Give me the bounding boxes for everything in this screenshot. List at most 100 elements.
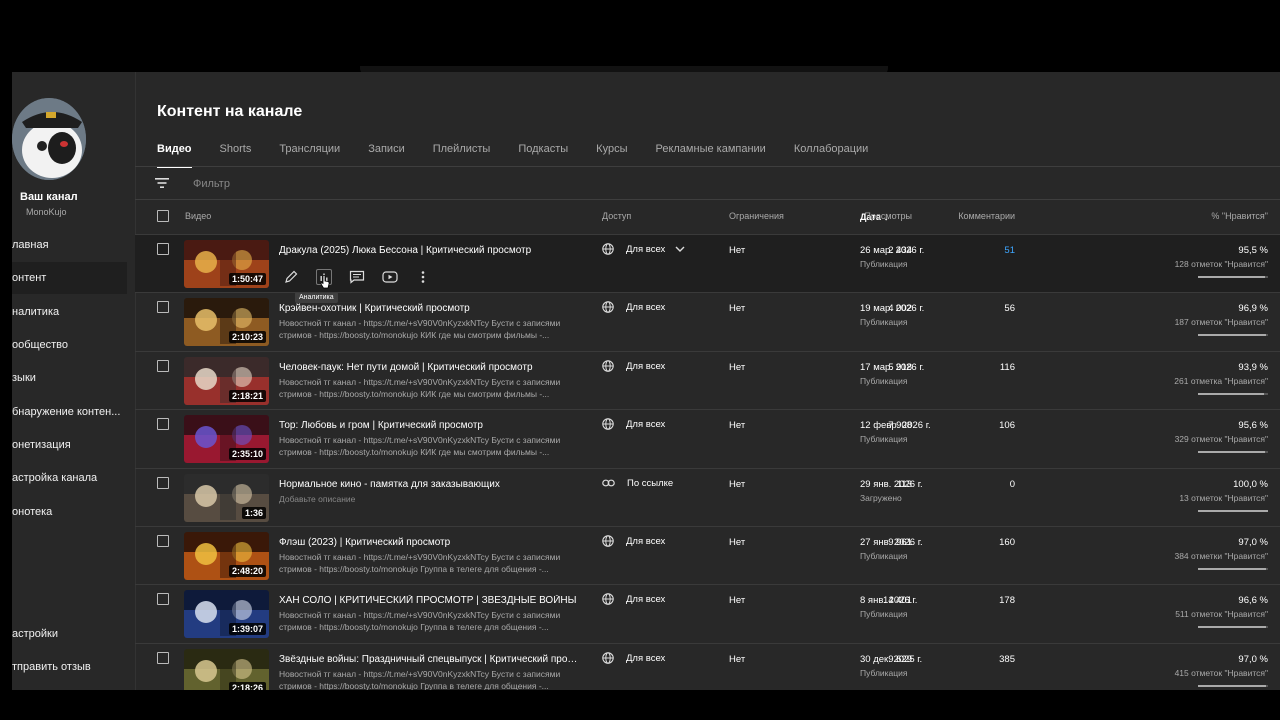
row-checkbox[interactable] (157, 360, 169, 372)
channel-handle: MonoKujo (26, 207, 67, 217)
tab-playlists[interactable]: Плейлисты (433, 143, 491, 168)
tab-live[interactable]: Трансляции (279, 143, 340, 168)
comments-value: 56 (1004, 303, 1015, 314)
video-title[interactable]: Дракула (2025) Люка Бессона | Критически… (279, 245, 579, 256)
visibility-select[interactable]: По ссылке (602, 477, 673, 489)
likes-bar (1198, 510, 1268, 512)
filter-input[interactable]: Фильтр (193, 178, 230, 190)
video-duration: 2:10:23 (228, 331, 266, 343)
video-title[interactable]: Тор: Любовь и гром | Критический просмот… (279, 420, 579, 431)
sidebar-item-audio-library[interactable]: онотека (12, 496, 127, 528)
sidebar-item-home[interactable]: лавная (12, 229, 127, 261)
column-comments[interactable]: Комментарии (958, 211, 1015, 221)
likes-bar-fill (1198, 393, 1264, 395)
table-row[interactable]: 1:36 Нормальное кино - памятка для заказы… (135, 468, 1280, 527)
video-title[interactable]: Нормальное кино - памятка для заказывающ… (279, 479, 579, 490)
main-content: Контент на канале Видео Shorts Трансляци… (135, 72, 1280, 690)
date-status: Загружено (860, 493, 902, 503)
sidebar-item-label: налитика (12, 306, 60, 318)
table-row[interactable]: 2:18:21 Человек-паук: Нет пути домой | Кр… (135, 351, 1280, 410)
globe-icon (602, 652, 620, 664)
column-likes[interactable]: % "Нравится" (1211, 211, 1268, 221)
views-value: 7 908 (888, 420, 912, 431)
video-thumbnail[interactable]: 1:39:07 (184, 590, 269, 638)
video-title[interactable]: ХАН СОЛО | КРИТИЧЕСКИЙ ПРОСМОТР | ЗВЕЗДН… (279, 595, 579, 606)
video-title[interactable]: Флэш (2023) | Критический просмотр (279, 537, 579, 548)
visibility-select[interactable]: Для всех (602, 418, 665, 430)
sidebar-item-settings[interactable]: астройки (12, 618, 127, 650)
comments-value[interactable]: 51 (1004, 245, 1015, 256)
likes-count: 187 отметок "Нравится" (1174, 317, 1268, 327)
sidebar-item-monetization[interactable]: онетизация (12, 429, 127, 461)
tab-videos[interactable]: Видео (157, 143, 192, 168)
visibility-select[interactable]: Для всех (602, 593, 665, 605)
tab-shorts[interactable]: Shorts (220, 143, 252, 168)
table-row[interactable]: 2:48:20 Флэш (2023) | Критический просмот… (135, 526, 1280, 585)
tab-courses[interactable]: Курсы (596, 143, 627, 168)
sidebar-item-analytics[interactable]: налитика (12, 296, 127, 328)
video-description: Новостной тг канал - https://t.me/+sV90V… (279, 377, 561, 399)
row-checkbox[interactable] (157, 243, 169, 255)
video-thumbnail[interactable]: 1:36 (184, 474, 269, 522)
visibility-select[interactable]: Для всех (602, 360, 665, 372)
visibility-label: Для всех (626, 301, 666, 313)
visibility-select[interactable]: Для всех (602, 652, 665, 664)
sidebar-item-languages[interactable]: зыки (12, 362, 127, 394)
date-status: Публикация (860, 259, 908, 269)
likes-count: 511 отметок "Нравится" (1175, 609, 1268, 619)
video-thumbnail[interactable]: 1:50:47 (184, 240, 269, 288)
likes-bar (1198, 685, 1268, 687)
likes-count: 261 отметка "Нравится" (1174, 376, 1268, 386)
column-restrictions[interactable]: Ограничения (729, 211, 784, 221)
video-thumbnail[interactable]: 2:35:10 (184, 415, 269, 463)
row-checkbox[interactable] (157, 418, 169, 430)
sidebar-item-content[interactable]: онтент (12, 262, 127, 294)
likes-bar-fill (1198, 451, 1265, 453)
video-thumbnail[interactable]: 2:10:23 (184, 298, 269, 346)
row-checkbox[interactable] (157, 301, 169, 313)
tab-ad-campaigns[interactable]: Рекламные кампании (655, 143, 765, 168)
tab-recordings[interactable]: Записи (368, 143, 405, 168)
page-title: Контент на канале (157, 103, 303, 120)
video-title[interactable]: Человек-паук: Нет пути домой | Критическ… (279, 362, 579, 373)
video-thumbnail[interactable]: 2:18:21 (184, 357, 269, 405)
restrictions-value: Нет (729, 595, 746, 606)
sidebar-item-feedback[interactable]: тправить отзыв (12, 651, 127, 683)
edit-pencil-icon[interactable] (279, 266, 303, 288)
column-views[interactable]: Просмотры (864, 211, 912, 221)
sidebar-item-community[interactable]: ообщество (12, 329, 127, 361)
likes-bar-fill (1198, 685, 1266, 687)
table-row[interactable]: 2:10:23 Крэйвен-охотник | Критический про… (135, 292, 1280, 351)
tab-collaborations[interactable]: Коллаборации (794, 143, 868, 168)
row-checkbox[interactable] (157, 593, 169, 605)
visibility-select[interactable]: Для всех (602, 301, 665, 313)
table-row[interactable]: 2:35:10 Тор: Любовь и гром | Критический … (135, 409, 1280, 468)
column-access[interactable]: Доступ (602, 211, 631, 221)
avatar[interactable] (12, 98, 86, 180)
table-row[interactable]: 1:50:47 Дракула (2025) Люка Бессона | Кри… (135, 234, 1280, 303)
row-checkbox[interactable] (157, 477, 169, 489)
table-row[interactable]: 1:39:07 ХАН СОЛО | КРИТИЧЕСКИЙ ПРОСМОТР |… (135, 584, 1280, 643)
chevron-down-icon (675, 246, 691, 253)
row-checkbox[interactable] (157, 535, 169, 547)
likes-count: 13 отметок "Нравится" (1179, 493, 1268, 503)
visibility-select[interactable]: Для всех (602, 243, 691, 255)
visibility-select[interactable]: Для всех (602, 535, 665, 547)
sidebar-item-content-detection[interactable]: бнаружение контен... (12, 396, 127, 428)
sidebar-item-customization[interactable]: астройка канала (12, 462, 127, 494)
likes-count: 128 отметок "Нравится" (1174, 259, 1268, 269)
select-all-checkbox[interactable] (157, 210, 169, 222)
more-vert-icon[interactable] (411, 266, 435, 288)
comments-icon[interactable] (345, 266, 369, 288)
video-thumbnail[interactable]: 2:18:26 (184, 649, 269, 690)
sidebar-item-label: онетизация (12, 439, 71, 451)
video-title[interactable]: Звёздные войны: Праздничный спецвыпуск |… (279, 654, 579, 665)
video-title[interactable]: Крэйвен-охотник | Критический просмотр (279, 303, 579, 314)
video-thumbnail[interactable]: 2:48:20 (184, 532, 269, 580)
likes-bar-fill (1198, 510, 1268, 512)
table-row[interactable]: 2:18:26 Звёздные войны: Праздничный спецв… (135, 643, 1280, 690)
row-checkbox[interactable] (157, 652, 169, 664)
tab-podcasts[interactable]: Подкасты (518, 143, 568, 168)
youtube-play-icon[interactable] (378, 266, 402, 288)
filter-icon[interactable] (154, 176, 170, 190)
